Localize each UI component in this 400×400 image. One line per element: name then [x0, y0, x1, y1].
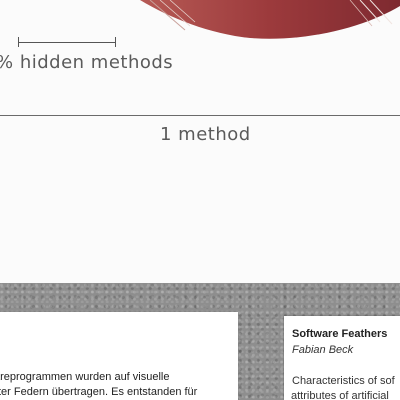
card-left-line: areprogrammen wurden auf visuelle	[0, 371, 170, 383]
feather-illustration	[140, 0, 400, 39]
info-card-right: Software Feathers Fabian Beck Characteri…	[284, 316, 400, 400]
card-author: Fabian Beck	[292, 344, 354, 356]
card-left-text: areprogrammen wurden auf visuelle ter Fe…	[0, 370, 238, 400]
scale-bar	[18, 37, 116, 47]
info-card-left: areprogrammen wurden auf visuelle ter Fe…	[0, 312, 238, 400]
poster-photo: % hidden methods 1 method	[0, 0, 400, 283]
card-right-line: attributes of artificial	[291, 390, 389, 400]
card-right-line: Characteristics of sof	[292, 375, 395, 387]
feather-vane	[140, 0, 400, 39]
hidden-methods-label: % hidden methods	[0, 52, 174, 73]
card-left-line: ter Federn übertragen. Es entstanden für	[0, 386, 198, 398]
method-count-label: 1 method	[160, 124, 251, 145]
card-right-text: Characteristics of sof attributes of art…	[291, 374, 395, 400]
card-title: Software Feathers	[292, 328, 388, 340]
divider-line	[0, 115, 400, 116]
